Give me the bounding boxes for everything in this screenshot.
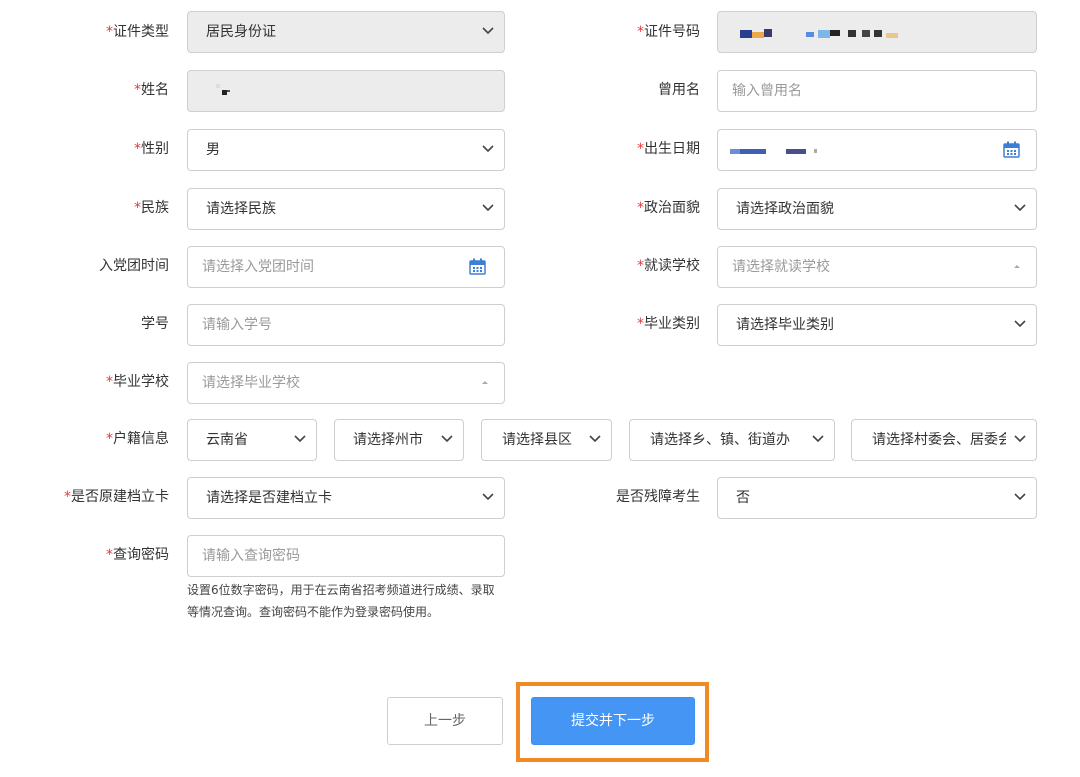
graduation-school-combobox[interactable]: 请选择毕业学校	[187, 362, 505, 404]
town-select[interactable]: 请选择乡、镇、街道办	[629, 419, 835, 461]
school-label: *就读学校	[637, 258, 700, 274]
province-select[interactable]: 云南省	[187, 419, 317, 461]
prev-step-button[interactable]: 上一步	[387, 697, 503, 745]
chevron-down-icon	[1010, 420, 1026, 460]
graduation-school-placeholder: 请选择毕业学校	[202, 375, 300, 391]
political-status-value: 请选择政治面貌	[736, 201, 834, 217]
province-value: 云南省	[206, 432, 248, 448]
archive-card-select[interactable]: 请选择是否建档立卡	[187, 477, 505, 519]
school-combobox[interactable]: 请选择就读学校	[717, 246, 1037, 288]
ethnicity-select[interactable]: 请选择民族	[187, 188, 505, 230]
student-no-label: 学号	[141, 316, 169, 332]
household-label: *户籍信息	[106, 431, 169, 447]
caret-up-icon	[1012, 247, 1022, 287]
chevron-down-icon	[1014, 305, 1026, 345]
name-label: *姓名	[134, 82, 169, 98]
chevron-down-icon	[1014, 478, 1026, 518]
birth-date-picker[interactable]	[717, 129, 1037, 171]
party-join-time-placeholder: 请选择入党团时间	[202, 259, 314, 275]
city-value: 请选择州市	[353, 432, 423, 448]
county-value: 请选择县区	[502, 432, 572, 448]
birth-date-label: *出生日期	[637, 141, 700, 157]
graduation-type-value: 请选择毕业类别	[736, 317, 834, 333]
id-type-select[interactable]: 居民身份证	[187, 11, 505, 53]
chevron-down-icon	[482, 12, 494, 52]
disabled-candidate-value: 否	[736, 490, 750, 506]
redacted-value	[736, 27, 904, 38]
chevron-down-icon	[1014, 189, 1026, 229]
gender-select[interactable]: 男	[187, 129, 505, 171]
school-placeholder: 请选择就读学校	[732, 259, 830, 275]
chevron-down-icon	[482, 130, 494, 170]
political-status-select[interactable]: 请选择政治面貌	[717, 188, 1037, 230]
id-type-label: *证件类型	[106, 24, 169, 40]
disabled-candidate-label: 是否残障考生	[616, 489, 700, 505]
calendar-icon[interactable]	[469, 258, 486, 279]
query-password-help: 设置6位数字密码，用于在云南省招考频道进行成绩、录取等情况查询。查询密码不能作为…	[187, 583, 495, 619]
county-select[interactable]: 请选择县区	[481, 419, 612, 461]
chevron-down-icon	[808, 420, 824, 460]
chevron-down-icon	[437, 420, 453, 460]
calendar-icon[interactable]	[1003, 141, 1020, 162]
caret-up-icon	[480, 363, 490, 403]
village-select[interactable]: 请选择村委会、居委会	[851, 419, 1037, 461]
gender-value: 男	[206, 142, 220, 158]
query-password-input[interactable]	[187, 535, 505, 577]
town-value: 请选择乡、镇、街道办	[650, 432, 790, 448]
query-password-label: *查询密码	[106, 547, 169, 563]
graduation-type-label: *毕业类别	[637, 316, 700, 332]
chevron-down-icon	[585, 420, 601, 460]
party-join-time-picker[interactable]: 请选择入党团时间	[187, 246, 505, 288]
graduation-school-label: *毕业学校	[106, 374, 169, 390]
redacted-value	[730, 145, 820, 154]
submit-next-button[interactable]: 提交并下一步	[531, 697, 695, 745]
former-name-input[interactable]	[717, 70, 1037, 112]
former-name-label: 曾用名	[658, 82, 700, 98]
archive-card-value: 请选择是否建档立卡	[206, 490, 332, 506]
chevron-down-icon	[294, 420, 306, 460]
ethnicity-value: 请选择民族	[206, 201, 276, 217]
village-value: 请选择村委会、居委会	[872, 432, 1006, 448]
student-no-input[interactable]	[187, 304, 505, 346]
graduation-type-select[interactable]: 请选择毕业类别	[717, 304, 1037, 346]
id-number-label: *证件号码	[637, 24, 700, 40]
chevron-down-icon	[482, 478, 494, 518]
id-type-value: 居民身份证	[206, 24, 276, 40]
gender-label: *性别	[134, 141, 169, 157]
disabled-candidate-select[interactable]: 否	[717, 477, 1037, 519]
chevron-down-icon	[482, 189, 494, 229]
redacted-value	[216, 84, 236, 95]
archive-card-label: *是否原建档立卡	[64, 489, 169, 505]
id-number-field[interactable]	[717, 11, 1037, 53]
name-field[interactable]	[187, 70, 505, 112]
ethnicity-label: *民族	[134, 200, 169, 216]
party-join-time-label: 入党团时间	[99, 258, 169, 274]
political-status-label: *政治面貌	[637, 200, 700, 216]
city-select[interactable]: 请选择州市	[334, 419, 464, 461]
